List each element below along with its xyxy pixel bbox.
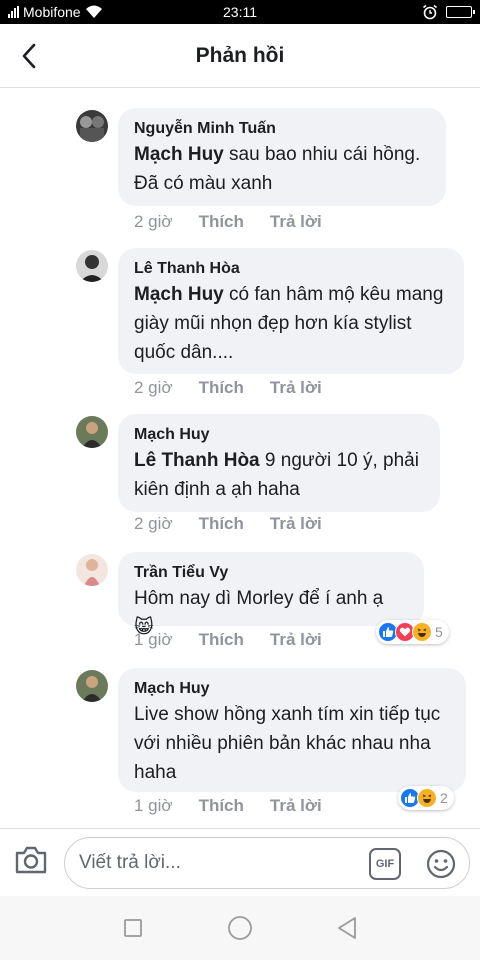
- reply-button[interactable]: Trả lời: [270, 212, 322, 232]
- home-button[interactable]: [226, 914, 254, 942]
- back-nav-button[interactable]: [333, 914, 361, 942]
- comment-author[interactable]: Mạch Huy: [134, 678, 450, 700]
- back-button[interactable]: [14, 40, 44, 72]
- comment-bubble: Nguyễn Minh Tuấn Mạch Huy sau bao nhiu c…: [118, 108, 446, 206]
- comment-bubble: Lê Thanh Hòa Mạch Huy có fan hâm mộ kêu …: [118, 248, 464, 374]
- like-button[interactable]: Thích: [199, 212, 244, 232]
- comment-bubble: Mạch Huy Lê Thanh Hòa 9 người 10 ý, phải…: [118, 414, 440, 512]
- wifi-icon: [85, 5, 102, 18]
- reply-button[interactable]: Trả lời: [270, 514, 322, 534]
- like-button[interactable]: Thích: [199, 378, 244, 398]
- avatar[interactable]: [76, 416, 108, 448]
- signal-icon: [8, 6, 19, 18]
- system-nav-bar: [0, 896, 480, 960]
- page-title: Phản hồi: [195, 43, 285, 67]
- recents-button[interactable]: [119, 914, 147, 942]
- comment-time: 2 giờ: [134, 514, 173, 533]
- comment-time: 2 giờ: [134, 378, 173, 397]
- camera-icon: [15, 846, 47, 874]
- header: Phản hồi: [0, 24, 480, 88]
- carrier-name: Mobifone: [23, 4, 81, 20]
- emoji-button[interactable]: [425, 848, 457, 880]
- comment-bubble: Mạch Huy Live show hồng xanh tím xin tiế…: [118, 668, 466, 792]
- triangle-back-icon: [337, 917, 356, 939]
- mention-link[interactable]: Mạch Huy: [134, 284, 224, 305]
- comment-actions: 2 giờ Thích Trả lời: [134, 378, 322, 398]
- reply-composer: Viết trả lời... GIF: [0, 828, 480, 896]
- chevron-left-icon: [22, 43, 36, 69]
- gif-button[interactable]: GIF: [369, 848, 401, 880]
- haha-reaction-icon: [417, 788, 437, 808]
- alarm-icon: [423, 4, 437, 20]
- comment-actions: 2 giờ Thích Trả lời: [134, 212, 322, 232]
- reaction-count: 2: [440, 790, 448, 806]
- reply-button[interactable]: Trả lời: [270, 796, 322, 816]
- reaction-summary[interactable]: 5: [376, 620, 449, 644]
- like-button[interactable]: Thích: [199, 796, 244, 816]
- avatar[interactable]: [76, 670, 108, 702]
- comment-text: Mạch Huy có fan hâm mộ kêu mang giày mũi…: [134, 284, 444, 363]
- status-bar: Mobifone 23:11: [0, 0, 480, 24]
- reply-button[interactable]: Trả lời: [270, 378, 322, 398]
- comment-text: Live show hồng xanh tím xin tiếp tục với…: [134, 704, 441, 783]
- reply-input[interactable]: Viết trả lời... GIF: [64, 837, 470, 889]
- mention-link[interactable]: Lê Thanh Hòa: [134, 450, 260, 471]
- reply-input-placeholder: Viết trả lời...: [79, 852, 181, 873]
- like-button[interactable]: Thích: [199, 630, 244, 650]
- avatar[interactable]: [76, 554, 108, 586]
- avatar[interactable]: [76, 250, 108, 282]
- comment-text: Mạch Huy sau bao nhiu cái hồng. Đã có mà…: [134, 144, 421, 194]
- comment-author[interactable]: Nguyễn Minh Tuấn: [134, 118, 430, 140]
- camera-button[interactable]: [14, 845, 50, 879]
- circle-icon: [228, 916, 252, 940]
- comment-time: 1 giờ: [134, 796, 173, 815]
- mention-link[interactable]: Mạch Huy: [134, 144, 224, 165]
- square-icon: [124, 919, 143, 937]
- comment-time: 1 giờ: [134, 630, 173, 649]
- comment-bubble: Trần Tiểu Vy Hôm nay dì Morley để í anh …: [118, 552, 424, 638]
- comment-list[interactable]: Nguyễn Minh Tuấn Mạch Huy sau bao nhiu c…: [0, 88, 480, 828]
- reaction-summary[interactable]: 2: [398, 786, 454, 810]
- battery-icon: [446, 6, 475, 18]
- avatar[interactable]: [76, 110, 108, 142]
- haha-reaction-icon: [412, 622, 432, 642]
- comment-author[interactable]: Mạch Huy: [134, 424, 424, 446]
- comment-actions: 1 giờ Thích Trả lời: [134, 796, 322, 816]
- comment-actions: 1 giờ Thích Trả lời: [134, 630, 322, 650]
- comment-time: 2 giờ: [134, 212, 173, 231]
- reply-button[interactable]: Trả lời: [270, 630, 322, 650]
- comment-author[interactable]: Lê Thanh Hòa: [134, 258, 448, 280]
- reaction-count: 5: [435, 624, 443, 640]
- smiley-icon: [426, 849, 456, 879]
- comment-actions: 2 giờ Thích Trả lời: [134, 514, 322, 534]
- like-button[interactable]: Thích: [199, 514, 244, 534]
- comment-text: Lê Thanh Hòa 9 người 10 ý, phải kiên địn…: [134, 450, 419, 500]
- comment-author[interactable]: Trần Tiểu Vy: [134, 562, 408, 584]
